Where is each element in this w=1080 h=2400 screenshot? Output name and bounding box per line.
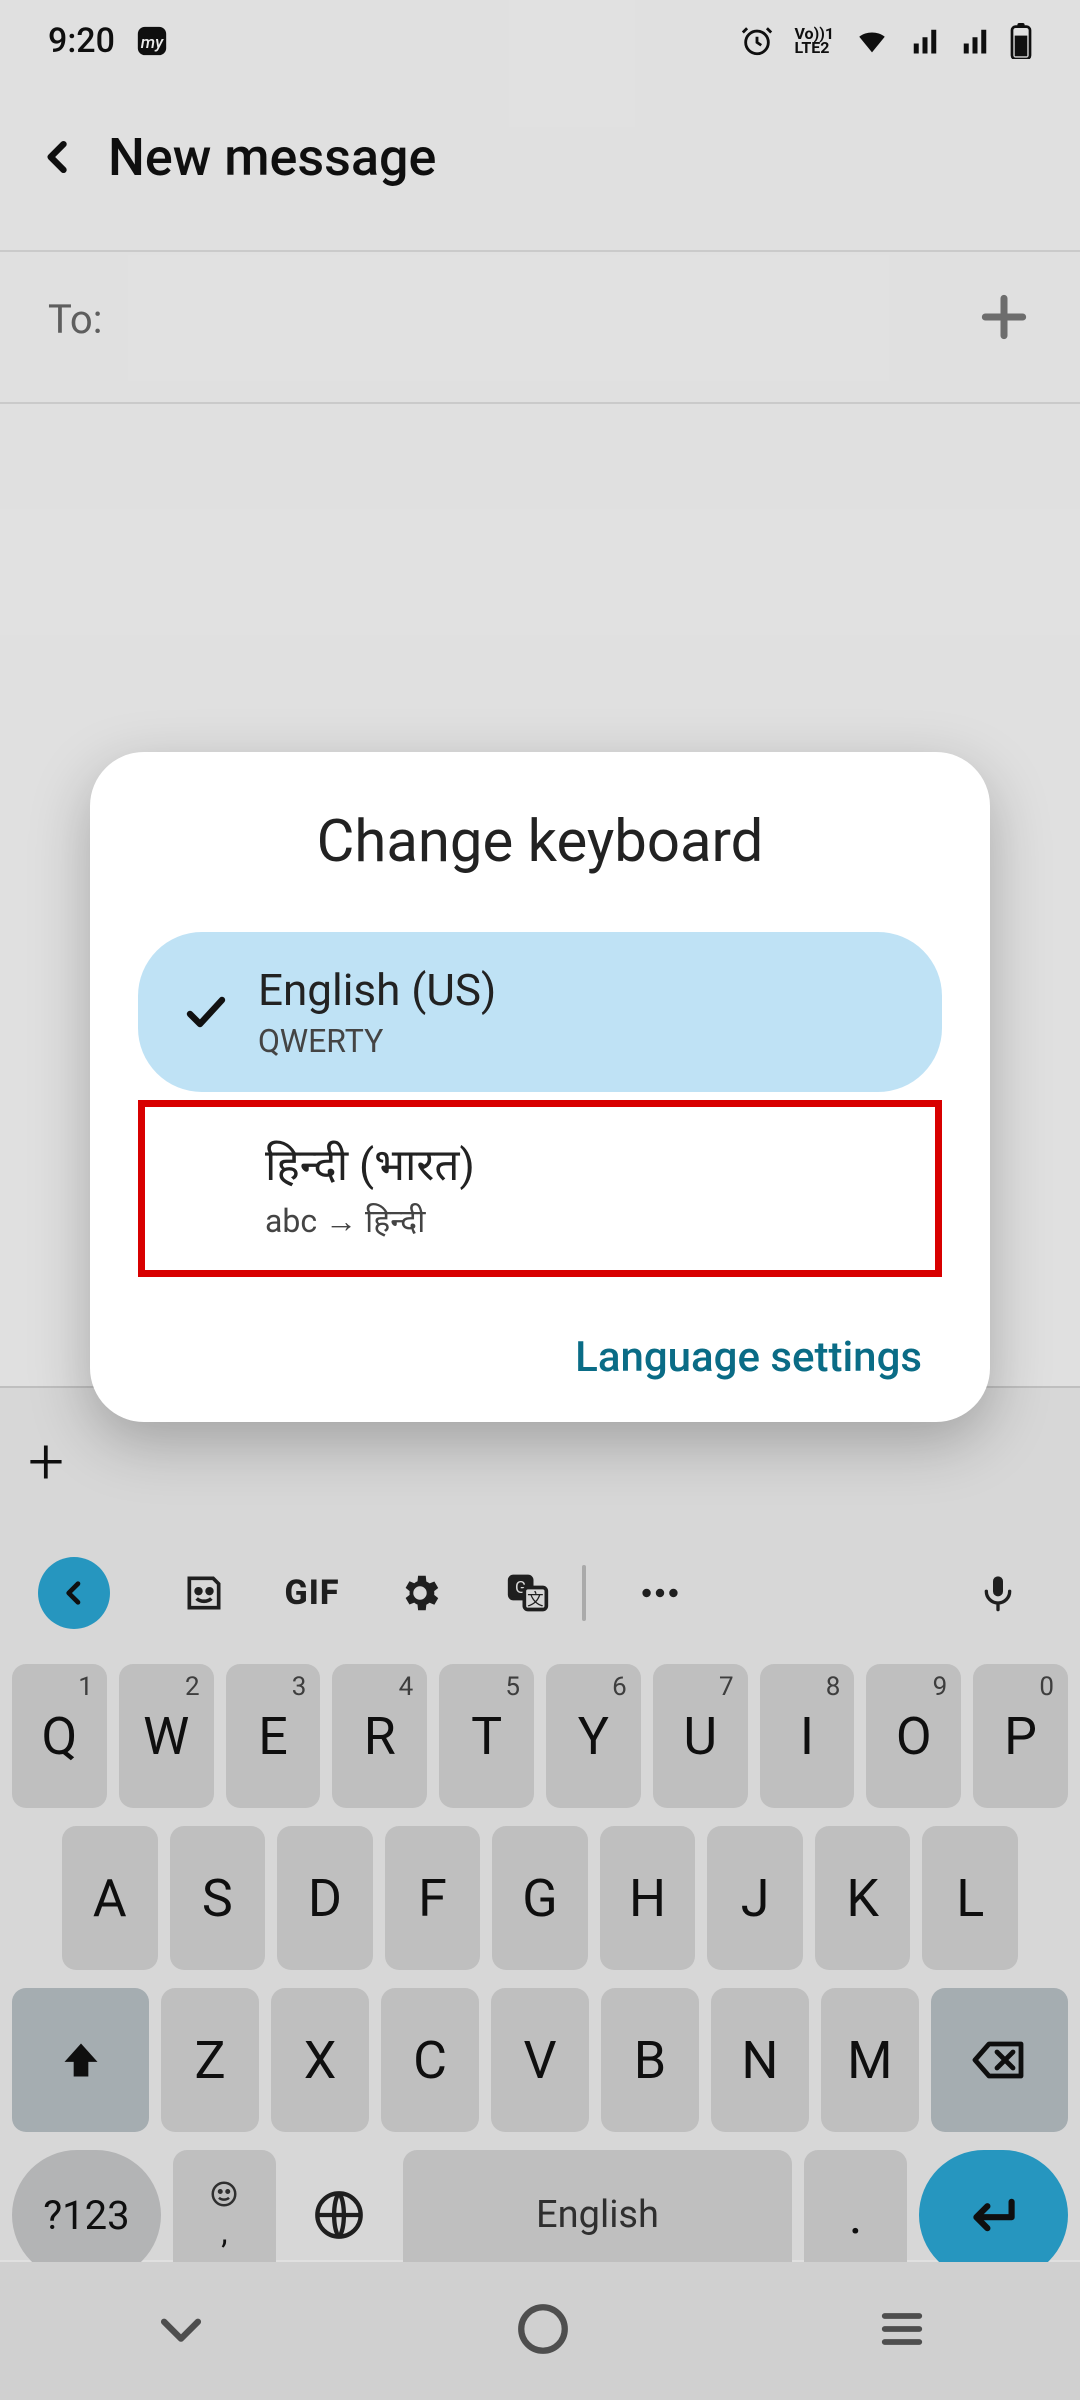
option-primary: हिन्दी (भारत) — [265, 1133, 475, 1193]
option-primary: English (US) — [258, 964, 496, 1016]
tutorial-highlight: हिन्दी (भारत) abc → हिन्दी — [138, 1100, 942, 1277]
option-secondary: abc → हिन्दी — [265, 1199, 475, 1242]
change-keyboard-dialog: Change keyboard English (US) QWERTY हिन्… — [90, 752, 990, 1422]
dialog-title: Change keyboard — [138, 808, 942, 876]
keyboard-option-hindi[interactable]: हिन्दी (भारत) abc → हिन्दी — [145, 1111, 935, 1266]
check-icon — [178, 988, 234, 1036]
keyboard-option-english[interactable]: English (US) QWERTY — [138, 932, 942, 1092]
language-settings-link[interactable]: Language settings — [138, 1333, 922, 1382]
option-secondary: QWERTY — [258, 1022, 496, 1060]
